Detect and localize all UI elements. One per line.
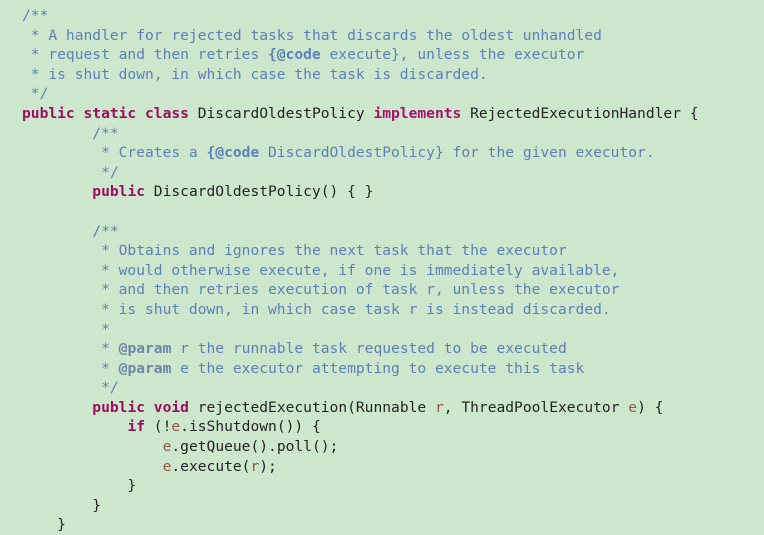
code-token-keyword: public	[92, 183, 146, 201]
code-token-comment: * would otherwise execute, if one is imm…	[22, 261, 620, 279]
code-line: }	[0, 476, 764, 496]
code-line: * @param r the runnable task requested t…	[0, 339, 764, 359]
code-token-keyword: if	[127, 418, 146, 436]
code-block[interactable]: /** * A handler for rejected tasks that …	[0, 6, 764, 535]
code-line: * request and then retries {@code execut…	[0, 45, 764, 65]
code-token-keyword2: implements	[373, 104, 462, 122]
code-token-keyword: public void	[92, 398, 189, 416]
code-line: public DiscardOldestPolicy() { }	[0, 182, 764, 202]
code-token-comment: *	[22, 359, 119, 377]
code-line: */	[0, 163, 764, 183]
code-token-plain: .execute(	[171, 457, 251, 475]
code-line: * is shut down, in which case the task i…	[0, 65, 764, 85]
code-token-plain: }	[22, 477, 137, 495]
code-line: * Creates a {@code DiscardOldestPolicy} …	[0, 143, 764, 163]
code-line: * A handler for rejected tasks that disc…	[0, 26, 764, 46]
code-token-plain: }	[22, 496, 102, 514]
code-token-param: r	[434, 398, 444, 416]
code-line: *	[0, 320, 764, 340]
code-token-plain: (!	[145, 418, 172, 436]
code-token-comment: r the runnable task requested to be exec…	[171, 340, 567, 358]
code-token-comment-tag: {@code	[268, 46, 321, 64]
code-token-plain: );	[259, 457, 277, 475]
code-token-comment: e the executor attempting to execute thi…	[171, 359, 585, 377]
code-token-plain: rejectedExecution(Runnable	[188, 398, 435, 416]
code-token-plain: DiscardOldestPolicy	[188, 104, 374, 122]
code-line: * is shut down, in which case task r is …	[0, 300, 764, 320]
code-viewer[interactable]: /** * A handler for rejected tasks that …	[0, 0, 764, 535]
code-token-comment: * and then retries execution of task r, …	[22, 281, 620, 299]
code-token-comment-tag: {@code	[206, 144, 260, 162]
code-token-comment: *	[22, 340, 119, 358]
code-line: /**	[0, 222, 764, 242]
code-line: * Obtains and ignores the next task that…	[0, 241, 764, 261]
code-line: }	[0, 496, 764, 516]
code-token-comment: * Creates a	[22, 144, 207, 162]
code-token-comment: */	[22, 163, 119, 181]
code-token-comment: */	[22, 379, 119, 397]
code-token-keyword: public static class	[22, 104, 189, 122]
code-line: * @param e the executor attempting to ex…	[0, 359, 764, 379]
code-token-comment: *	[22, 320, 110, 338]
code-token-plain: , ThreadPoolExecutor	[443, 398, 629, 416]
code-token-comment: * Obtains and ignores the next task that…	[22, 242, 567, 260]
code-token-javadoc-tag: @param	[118, 359, 172, 377]
code-line: e.getQueue().poll();	[0, 437, 764, 457]
code-token-comment: * is shut down, in which case task r is …	[22, 300, 611, 318]
code-token-comment: */	[22, 85, 49, 103]
code-token-plain: .isShutdown()) {	[180, 418, 321, 436]
code-token-javadoc-tag: @param	[118, 340, 172, 358]
code-token-plain: RejectedExecutionHandler {	[461, 104, 699, 122]
code-token-plain: .getQueue().poll();	[171, 438, 339, 456]
code-token-comment: * request and then retries	[22, 46, 269, 64]
code-token-comment: /**	[22, 7, 49, 24]
code-line: public static class DiscardOldestPolicy …	[0, 104, 764, 124]
code-token-comment: execute}, unless the executor	[320, 46, 585, 64]
code-line: public void rejectedExecution(Runnable r…	[0, 398, 764, 418]
code-token-comment: DiscardOldestPolicy} for the given execu…	[259, 144, 655, 162]
code-token-comment: * is shut down, in which case the task i…	[22, 65, 488, 83]
code-line: * and then retries execution of task r, …	[0, 280, 764, 300]
code-token-comment: * A handler for rejected tasks that disc…	[22, 26, 602, 44]
code-token-comment: /**	[22, 124, 119, 142]
code-line: /**	[0, 6, 764, 26]
code-token-param: r	[250, 457, 260, 475]
code-line: /**	[0, 124, 764, 144]
code-line: if (!e.isShutdown()) {	[0, 417, 764, 437]
code-token-plain: DiscardOldestPolicy() { }	[145, 183, 374, 201]
code-token-plain: }	[22, 516, 66, 534]
code-token-comment: /**	[22, 222, 119, 240]
code-token-param: e	[171, 418, 181, 436]
code-token-plain: ) {	[637, 398, 664, 416]
code-line: */	[0, 378, 764, 398]
code-line: */	[0, 84, 764, 104]
code-token-param: e	[628, 398, 638, 416]
code-line: }	[0, 515, 764, 535]
code-line: e.execute(r);	[0, 457, 764, 477]
code-line: * would otherwise execute, if one is imm…	[0, 261, 764, 281]
